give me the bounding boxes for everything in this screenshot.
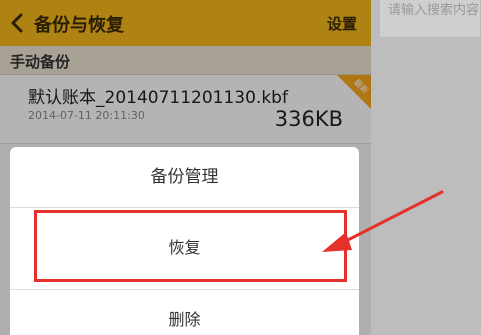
restore-highlight-box [34,210,347,282]
right-panel: 请输入搜索内容 [371,0,481,335]
search-placeholder: 请输入搜索内容 [388,3,480,18]
delete-option[interactable]: 删除 [10,290,359,335]
backup-management-dialog: 备份管理 恢复 删除 [10,147,359,335]
app-screen: 备份与恢复 设置 手动备份 默认账本_20140711201130.kbf 20… [0,0,371,335]
search-input[interactable]: 请输入搜索内容 [379,0,481,38]
dialog-title: 备份管理 [10,147,359,208]
